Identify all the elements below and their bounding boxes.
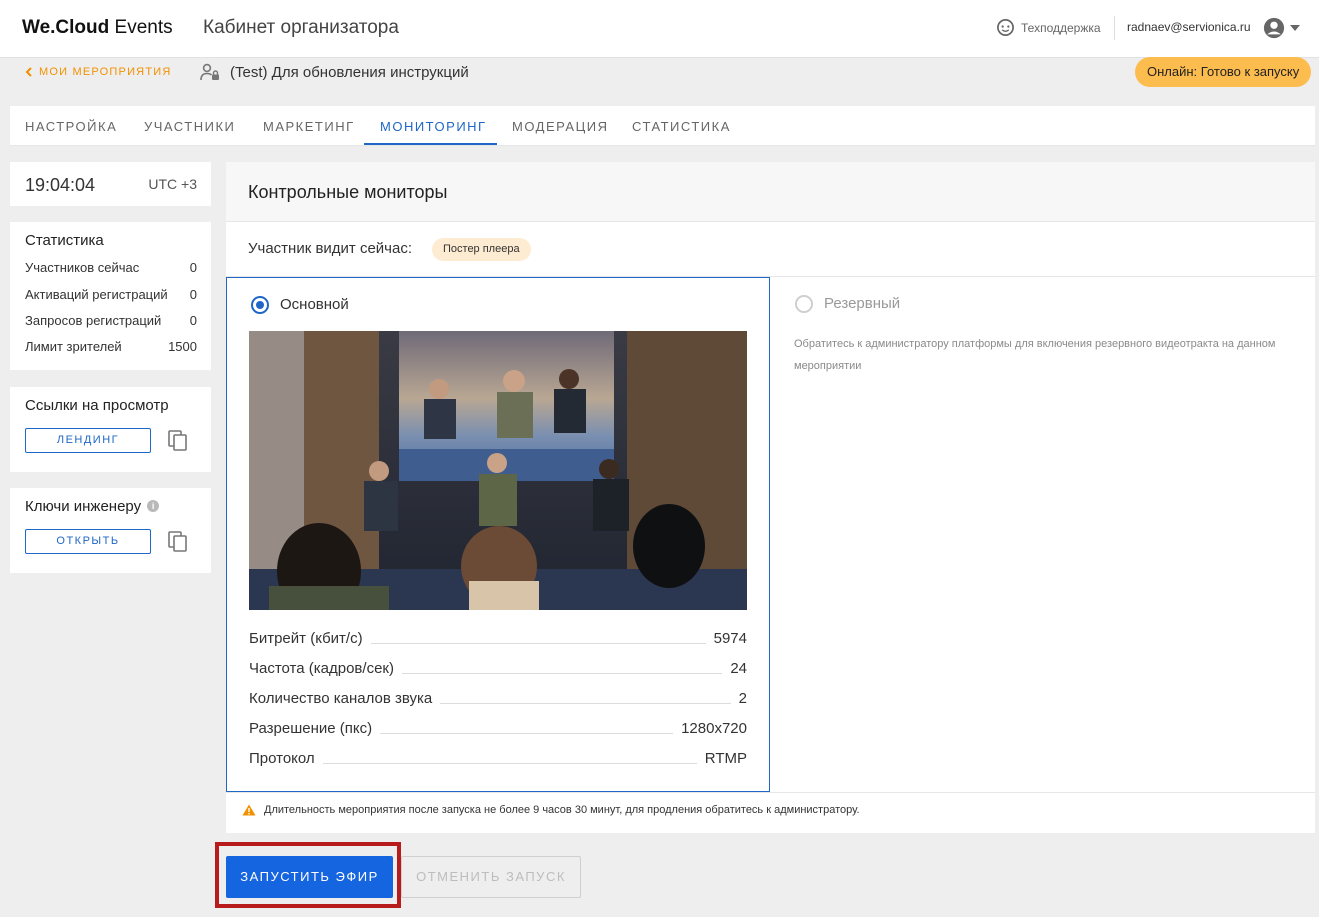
cancel-launch-button: ОТМЕНИТЬ ЗАПУСК [401, 856, 581, 898]
warning-icon [242, 804, 256, 816]
primary-radio[interactable] [251, 296, 269, 314]
metric-row-audio-channels: Количество каналов звука 2 [249, 687, 747, 707]
brand-logo[interactable]: We.Cloud Events [22, 17, 173, 39]
brand-name-bold: We.Cloud [22, 17, 110, 38]
clock-time: 19:04:04 [25, 175, 96, 195]
user-menu-chevron-down-icon[interactable] [1290, 25, 1300, 31]
support-link[interactable]: Техподдержка [996, 18, 1101, 37]
video-frame-image [249, 331, 747, 610]
tab-settings[interactable]: НАСТРОЙКА [25, 119, 117, 134]
stat-value: 0 [189, 313, 197, 328]
warning-text: Длительность мероприятия после запуска н… [264, 804, 860, 816]
tab-participants[interactable]: УЧАСТНИКИ [144, 119, 235, 134]
landing-button[interactable]: ЛЕНДИНГ [25, 428, 151, 453]
backup-note: Обратитесь к администратору платформы дл… [794, 338, 1276, 372]
statistics-card: Статистика Участников сейчас 0 Активаций… [10, 222, 211, 370]
top-bar: We.Cloud Events Кабинет организатора Тех… [0, 0, 1319, 58]
status-badge: Онлайн: Готово к запуску [1135, 57, 1312, 87]
chevron-left-icon [25, 67, 32, 77]
metric-label: Частота (кадров/сек) [249, 660, 394, 677]
open-keys-button[interactable]: ОТКРЫТЬ [25, 529, 151, 554]
metric-value: 1280x720 [681, 720, 747, 737]
metric-label: Количество каналов звука [249, 690, 433, 707]
info-icon[interactable]: i [147, 500, 160, 512]
sees-now-label: Участник видит сейчас: [248, 240, 413, 257]
header-divider [1114, 16, 1115, 40]
stat-label: Запросов регистраций [25, 313, 162, 328]
user-email[interactable]: radnaev@servionica.ru [1127, 20, 1251, 34]
stat-label: Лимит зрителей [25, 339, 122, 354]
copy-icon[interactable] [168, 430, 188, 452]
stat-label: Участников сейчас [25, 260, 140, 275]
metric-row-protocol: Протокол RTMP [249, 747, 747, 767]
stat-value: 1500 [168, 339, 197, 354]
stat-label: Активаций регистраций [25, 287, 168, 302]
statistics-title: Статистика [25, 232, 104, 249]
stat-row: Участников сейчас 0 [25, 260, 197, 275]
metric-value: 2 [738, 690, 747, 707]
tab-monitoring[interactable]: МОНИТОРИНГ [380, 119, 487, 134]
view-links-title: Ссылки на просмотр [25, 397, 169, 414]
engineer-keys-card: Ключи инженеру i ОТКРЫТЬ [10, 488, 211, 573]
metric-leader [440, 703, 731, 704]
clock-card: 19:04:04 UTC +3 [10, 162, 211, 206]
metric-value: 24 [730, 660, 747, 677]
metric-value: RTMP [704, 750, 747, 767]
monitors-title: Контрольные мониторы [248, 182, 448, 202]
highlight-frame [215, 842, 401, 908]
stat-row: Активаций регистраций 0 [25, 287, 197, 302]
monitors-header: Контрольные мониторы [226, 162, 1315, 222]
support-face-icon [997, 19, 1014, 36]
primary-monitor[interactable]: Основной Битрейт (кбит/с) 5974 Частота (… [226, 277, 770, 792]
engineer-keys-label: Ключи инженеру [25, 498, 142, 515]
user-avatar-icon[interactable] [1263, 17, 1285, 39]
support-label: Техподдержка [1021, 20, 1101, 35]
active-tab-indicator [364, 143, 497, 145]
cabinet-title: Кабинет организатора [203, 17, 399, 38]
engineer-keys-title: Ключи инженеру i [25, 498, 160, 515]
stat-row: Запросов регистраций 0 [25, 313, 197, 328]
stat-row: Лимит зрителей 1500 [25, 339, 197, 354]
metric-leader [380, 733, 674, 734]
sees-now-badge: Постер плеера [432, 238, 531, 261]
stat-value: 0 [189, 287, 197, 302]
primary-label: Основной [280, 296, 349, 313]
backup-label: Резервный [824, 295, 901, 312]
view-links-card: Ссылки на просмотр ЛЕНДИНГ [10, 387, 211, 472]
backup-radio[interactable] [795, 295, 813, 313]
tab-bar: НАСТРОЙКА УЧАСТНИКИ МАРКЕТИНГ МОНИТОРИНГ… [10, 106, 1315, 146]
tab-moderation[interactable]: МОДЕРАЦИЯ [512, 119, 608, 134]
metric-row-framerate: Частота (кадров/сек) 24 [249, 657, 747, 677]
tab-marketing[interactable]: МАРКЕТИНГ [263, 119, 355, 134]
event-header: (Test) Для обновления инструкций [200, 63, 469, 81]
tab-statistics[interactable]: СТАТИСТИКА [632, 119, 731, 134]
back-label: МОИ МЕРОПРИЯТИЯ [39, 66, 172, 78]
divider [226, 792, 1315, 793]
video-preview [249, 331, 747, 610]
metric-label: Протокол [249, 750, 315, 767]
metric-leader [322, 763, 697, 764]
metric-row-bitrate: Битрейт (кбит/с) 5974 [249, 627, 747, 647]
clock-timezone: UTC +3 [148, 176, 197, 192]
user-lock-icon [200, 63, 219, 81]
metric-leader [401, 673, 723, 674]
monitors-panel: Контрольные мониторы Участник видит сейч… [226, 162, 1315, 833]
event-title: (Test) Для обновления инструкций [230, 63, 469, 81]
metric-label: Битрейт (кбит/с) [249, 630, 363, 647]
stat-value: 0 [189, 260, 197, 275]
metric-value: 5974 [713, 630, 747, 647]
metric-label: Разрешение (пкс) [249, 720, 373, 737]
duration-warning: Длительность мероприятия после запуска н… [242, 804, 860, 816]
metric-leader [370, 643, 706, 644]
back-to-events-link[interactable]: МОИ МЕРОПРИЯТИЯ [25, 66, 172, 78]
copy-icon[interactable] [168, 531, 188, 553]
metric-row-resolution: Разрешение (пкс) 1280x720 [249, 717, 747, 737]
brand-name-light: Events [114, 17, 173, 38]
